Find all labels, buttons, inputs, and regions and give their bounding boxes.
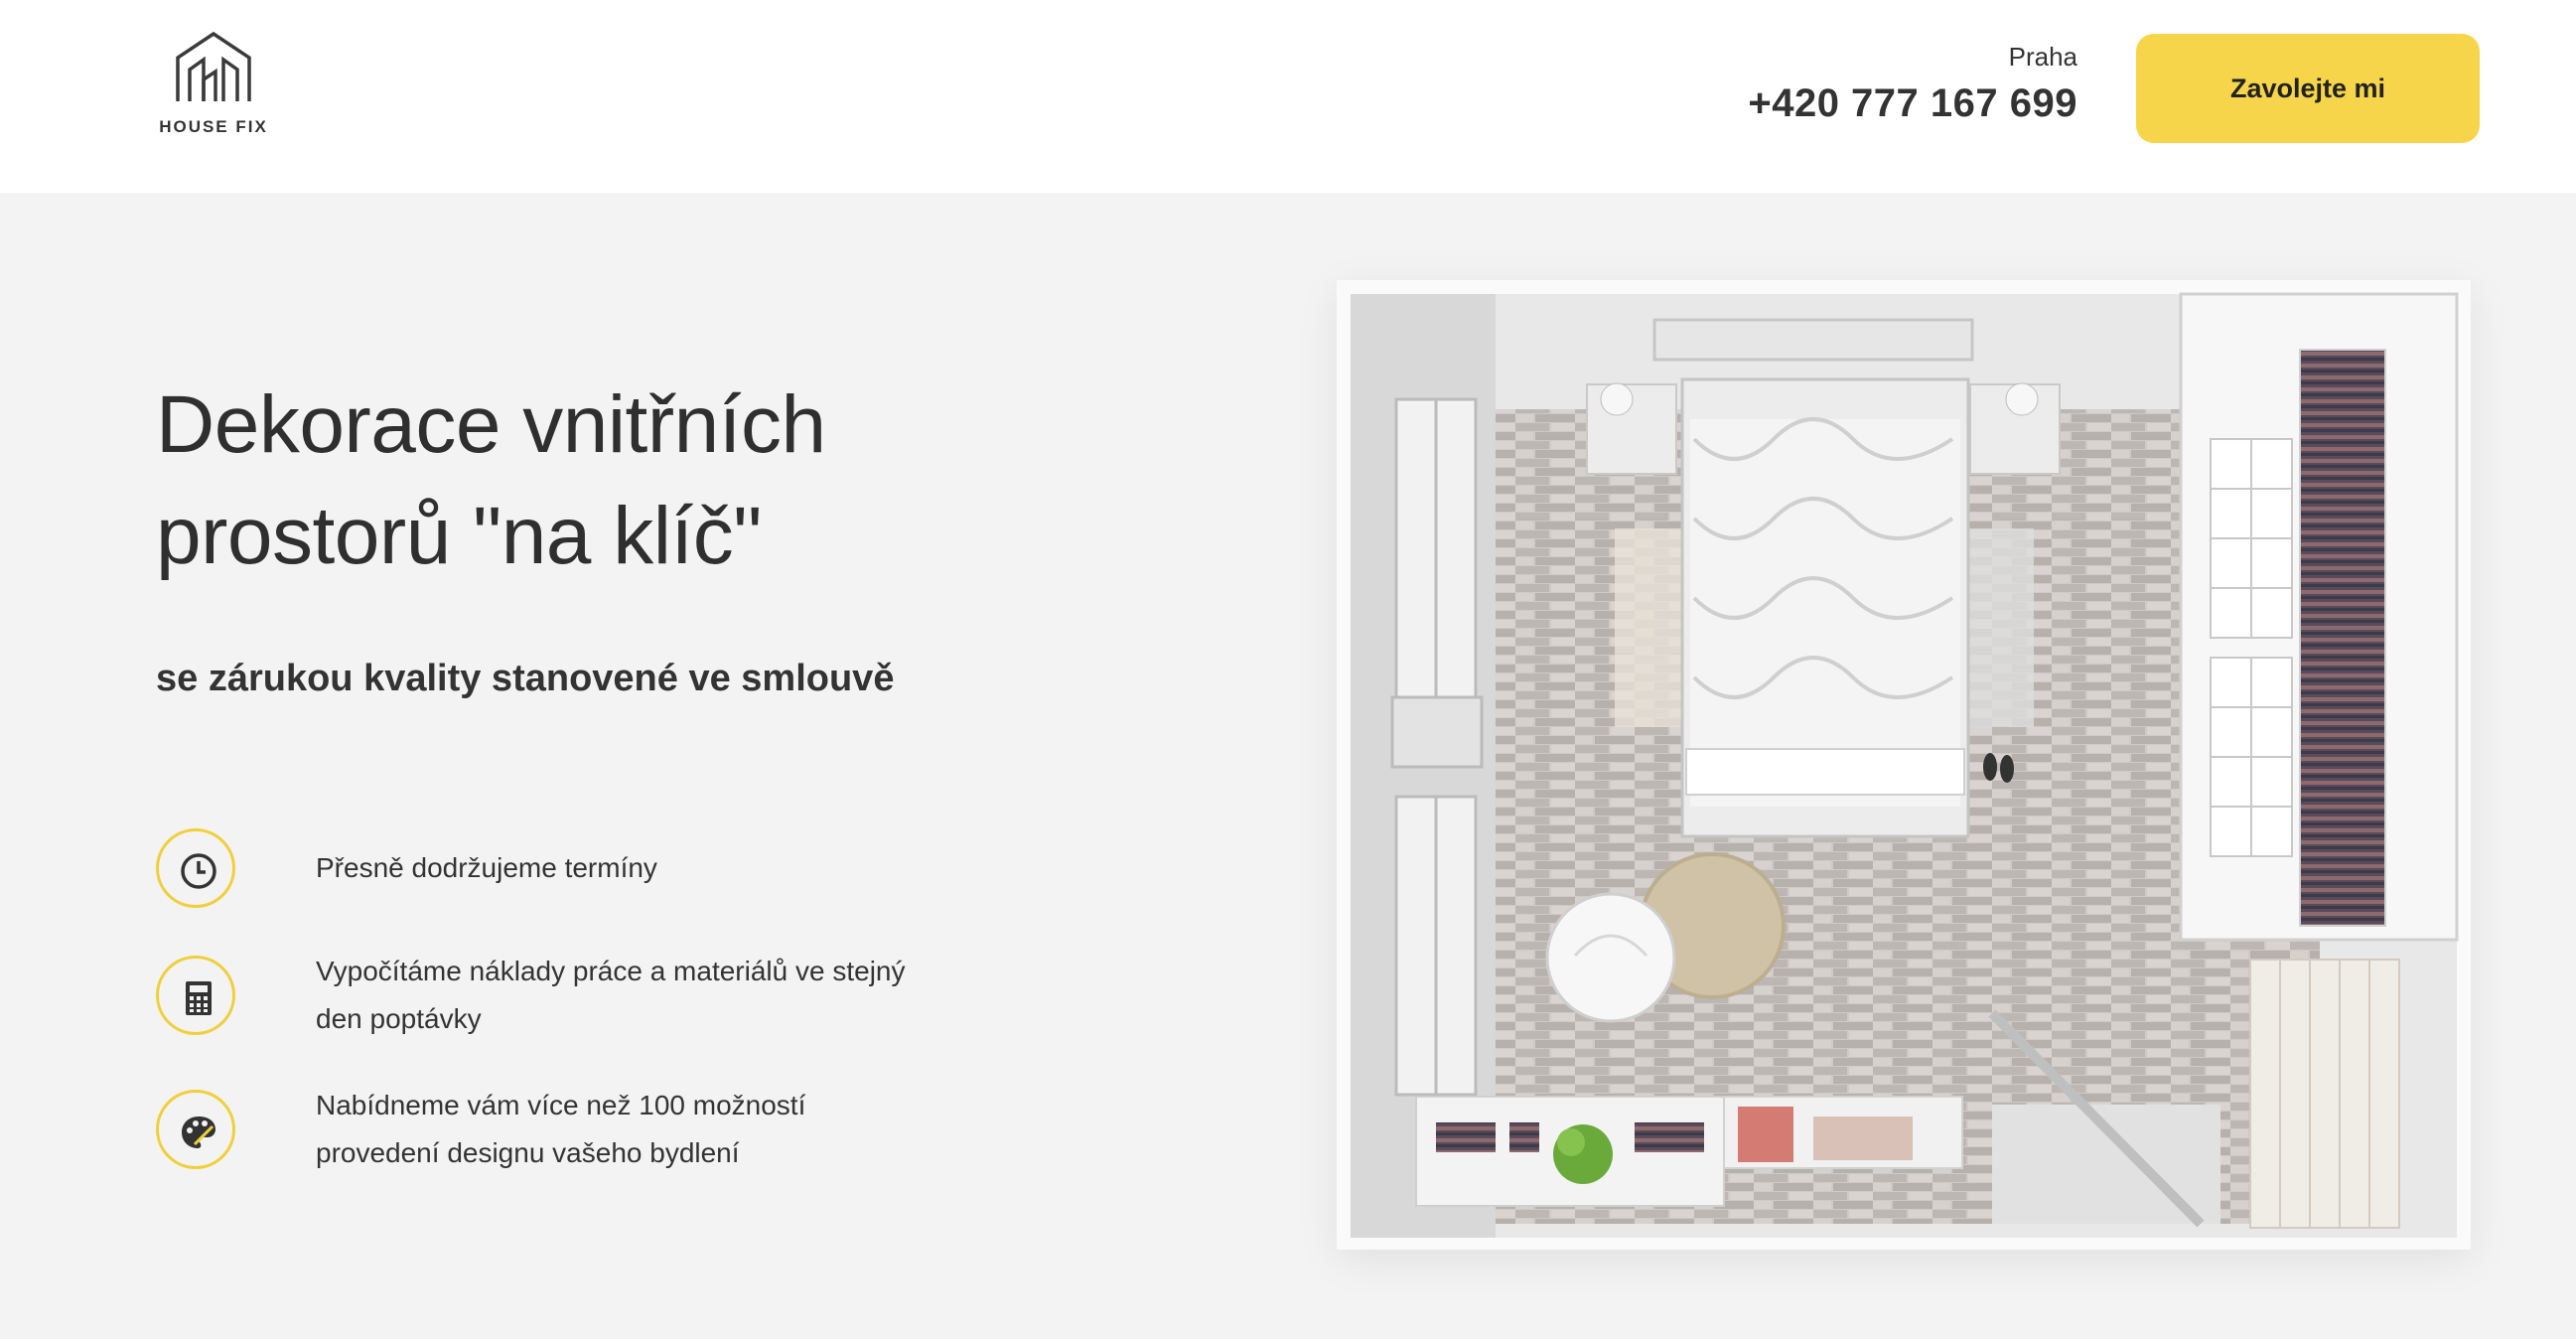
feature-text: Vypočítáme náklady práce a materiálů ve … <box>316 948 951 1043</box>
hero-title-line1: Dekorace vnitřních <box>156 379 826 470</box>
feature-text: Přesně dodržujeme termíny <box>316 844 951 892</box>
clock-icon <box>156 828 235 908</box>
floorplan-illustration <box>1337 280 2471 1250</box>
hero-title-line2: prostorů "na klíč" <box>156 491 762 581</box>
feature-line: Přesně dodržujeme termíny <box>316 852 657 883</box>
hero-subtitle: se zárukou kvality stanovené ve smlouvě <box>156 658 895 699</box>
logo[interactable]: HOUSE FIX <box>154 30 273 144</box>
feature-line: provedení designu vašeho bydlení <box>316 1137 740 1168</box>
header-phone[interactable]: +420 777 167 699 <box>1748 81 2077 126</box>
site-header: HOUSE FIX Praha +420 777 167 699 Zavolej… <box>0 0 2576 193</box>
calculator-icon <box>156 956 235 1035</box>
logo-text: HOUSE FIX <box>159 117 268 136</box>
feature-text: Nabídneme vám více než 100 možností prov… <box>316 1082 951 1177</box>
palette-icon <box>156 1090 235 1169</box>
feature-line: Vypočítáme náklady práce a materiálů ve … <box>316 956 906 986</box>
header-city: Praha <box>2008 42 2077 72</box>
call-me-button[interactable]: Zavolejte mi <box>2136 34 2480 143</box>
house-logo-icon <box>176 31 251 101</box>
bedroom-floorplan-image <box>1337 280 2471 1250</box>
feature-line: Nabídneme vám více než 100 možností <box>316 1090 806 1120</box>
hero-title: Dekorace vnitřních prostorů "na klíč" <box>156 370 1050 592</box>
feature-line: den poptávky <box>316 1003 482 1034</box>
